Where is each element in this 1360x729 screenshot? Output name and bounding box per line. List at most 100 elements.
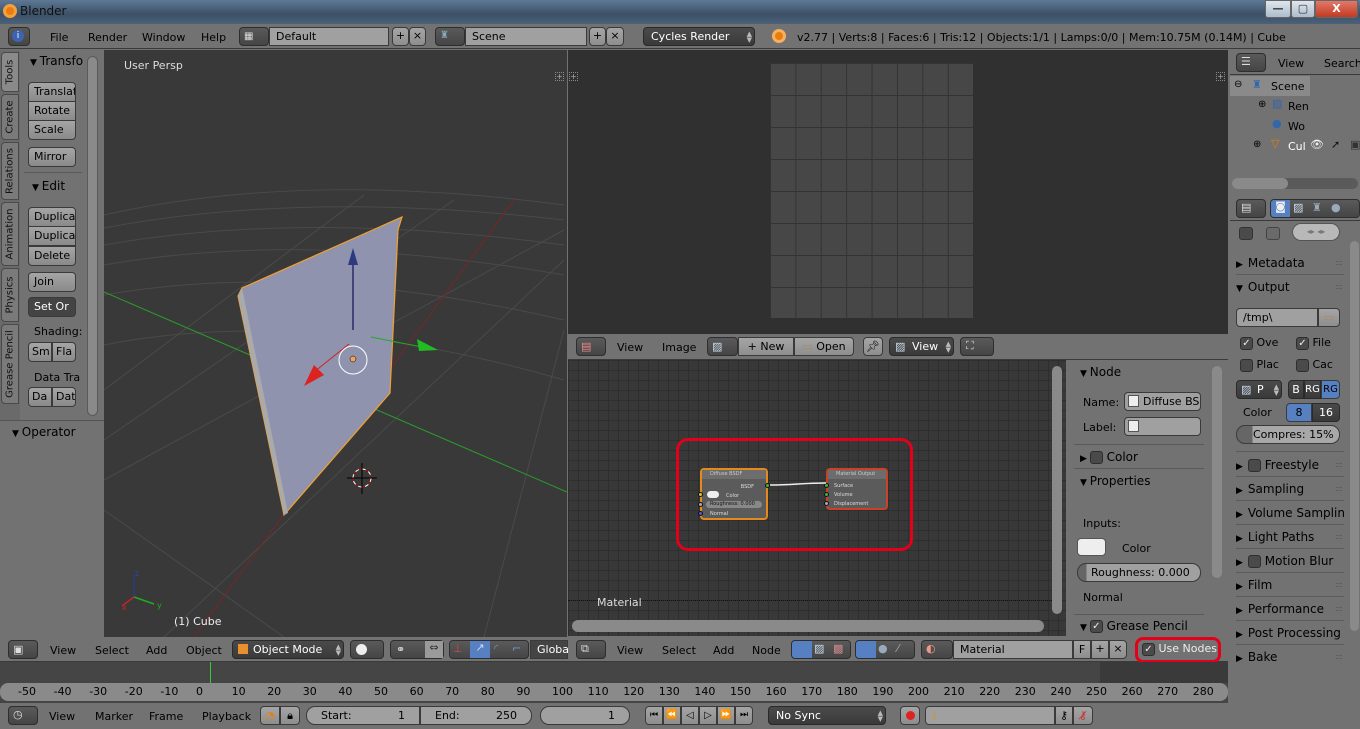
tab-physics[interactable]: Physics: [1, 268, 19, 322]
performance-panel-header[interactable]: ▶ Performance::::: [1236, 599, 1344, 621]
tab-grease-pencil[interactable]: Grease Pencil: [1, 324, 19, 404]
motion-blur-checkbox[interactable]: [1247, 555, 1261, 568]
menu-view[interactable]: View: [50, 644, 76, 657]
scale-manipulator-icon[interactable]: ⌐: [512, 642, 521, 655]
screen-layout-selector[interactable]: ▦: [239, 27, 269, 46]
editor-type-outliner-button[interactable]: ☰: [1236, 53, 1266, 72]
minimize-button[interactable]: —: [1265, 0, 1291, 18]
open-image-button[interactable]: ▭ Open: [794, 337, 854, 356]
output-panel-header[interactable]: ▼ Output::::: [1236, 277, 1344, 299]
world-context-icon[interactable]: ●: [1331, 201, 1341, 214]
duplicate-linked-button[interactable]: Duplicat: [28, 226, 76, 246]
current-frame-indicator[interactable]: [210, 662, 211, 683]
screen-layout-field[interactable]: Default: [269, 27, 389, 46]
color-mode-bw-button[interactable]: B: [1288, 380, 1304, 399]
color-depth-8-button[interactable]: 8: [1286, 403, 1312, 422]
pivot-point-dropdown[interactable]: ⚭ ⇔: [390, 640, 444, 659]
transform-panel-header[interactable]: ▼ Transfo: [30, 54, 83, 68]
image-editor[interactable]: + +: [568, 50, 1228, 334]
insert-keyframe-button[interactable]: ⚷: [1055, 706, 1073, 725]
viewport-shading-dropdown[interactable]: [350, 640, 384, 659]
add-scene-button[interactable]: +: [589, 27, 606, 46]
view-mode-dropdown[interactable]: ▨ View ▲ ▼: [889, 337, 954, 356]
metadata-panel-header[interactable]: ▶ Metadata::::: [1236, 253, 1344, 275]
audio-toggle-buttons[interactable]: ◂▸ ◂▸: [1292, 223, 1340, 241]
editor-type-3dview-button[interactable]: ▣: [8, 640, 38, 659]
cache-result-checkbox[interactable]: [1296, 358, 1309, 372]
menu-search[interactable]: Search: [1324, 57, 1360, 70]
jump-keyframe-back-button[interactable]: ⏪: [663, 706, 681, 725]
start-frame-field[interactable]: Start: 1: [306, 706, 420, 725]
output-path-field[interactable]: /tmp\: [1236, 308, 1318, 327]
render-button[interactable]: [1239, 227, 1253, 240]
join-button[interactable]: Join: [28, 272, 76, 292]
draw-channels-dropdown[interactable]: ⛶: [960, 337, 994, 356]
menu-marker[interactable]: Marker: [95, 710, 133, 723]
manipulator-toggle-icon[interactable]: ⊥: [453, 642, 463, 655]
set-origin-dropdown[interactable]: Set Or: [28, 297, 76, 317]
flat-shading-button[interactable]: Fla: [52, 342, 76, 362]
file-format-dropdown[interactable]: ▨ P ▲ ▼: [1236, 380, 1282, 399]
visibility-eye-icon[interactable]: 👁︎: [1310, 138, 1324, 151]
delete-keyframe-button[interactable]: ⚷̸: [1073, 706, 1093, 725]
selected-cube-object[interactable]: [237, 215, 403, 517]
new-image-button[interactable]: + New: [738, 337, 794, 356]
image-browse-button[interactable]: ▨: [707, 337, 738, 356]
file-extensions-toggle[interactable]: ✓ File: [1296, 336, 1331, 350]
placeholders-toggle[interactable]: Plac: [1240, 358, 1279, 372]
fake-user-button[interactable]: F: [1073, 640, 1091, 659]
outliner-scrollbar[interactable]: [1232, 178, 1288, 189]
sync-mode-dropdown[interactable]: No Sync ▲ ▼: [768, 706, 886, 725]
outliner-item-label[interactable]: Wo: [1288, 120, 1305, 133]
translate-manipulator-icon[interactable]: ↗: [470, 641, 490, 658]
material-browse-button[interactable]: ◐: [921, 640, 953, 659]
rotate-button[interactable]: Rotate: [28, 101, 76, 121]
menu-add[interactable]: Add: [146, 644, 167, 657]
animation-button[interactable]: [1266, 227, 1280, 240]
play-button[interactable]: ▷: [699, 706, 717, 725]
properties-scrollbar[interactable]: [1350, 241, 1359, 631]
render-context-icon[interactable]: ◙: [1271, 200, 1290, 217]
menu-select[interactable]: Select: [662, 644, 696, 657]
npanel-scrollbar[interactable]: [1212, 366, 1222, 578]
tab-create[interactable]: Create: [1, 94, 19, 140]
smooth-shading-button[interactable]: Sm: [28, 342, 52, 362]
node-name-field[interactable]: Diffuse BS: [1124, 392, 1201, 411]
remove-screen-button[interactable]: ×: [409, 27, 426, 46]
unlink-material-button[interactable]: ×: [1109, 640, 1127, 659]
menu-window[interactable]: Window: [142, 31, 185, 44]
motion-blur-panel-header[interactable]: ▶ Motion Blur: [1236, 551, 1344, 573]
grease-pencil-panel-header[interactable]: ▼ ✓ Grease Pencil: [1080, 619, 1188, 633]
tab-animation[interactable]: Animation: [1, 202, 19, 266]
menu-view[interactable]: View: [617, 341, 643, 354]
jump-to-end-button[interactable]: ⏭: [735, 706, 753, 725]
properties-region-toggle[interactable]: +: [1216, 72, 1225, 81]
transform-orientation-dropdown[interactable]: Global: [530, 640, 572, 659]
data-transfer-button[interactable]: Da: [28, 387, 52, 407]
menu-render[interactable]: Render: [88, 31, 127, 44]
bake-panel-header[interactable]: ▶ Bake::::: [1236, 647, 1344, 669]
menu-view[interactable]: View: [617, 644, 643, 657]
cache-result-toggle[interactable]: Cac: [1296, 358, 1333, 372]
manipulate-center-icon[interactable]: ⇔: [425, 641, 443, 658]
editor-type-timeline-button[interactable]: ◷: [8, 706, 38, 725]
play-reverse-button[interactable]: ◁: [681, 706, 699, 725]
editor-type-info-button[interactable]: i: [8, 27, 30, 46]
expand-icon[interactable]: ⊕: [1253, 139, 1261, 150]
expand-icon[interactable]: ⊕: [1258, 99, 1266, 110]
duplicate-button[interactable]: Duplicat: [28, 207, 76, 227]
renderable-camera-icon[interactable]: ▣: [1350, 138, 1360, 151]
browse-folder-button[interactable]: ▭: [1318, 308, 1340, 327]
operator-panel-header[interactable]: ▼ Operator: [12, 425, 76, 439]
linestyle-shader-icon[interactable]: ⁄: [897, 642, 899, 655]
menu-file[interactable]: File: [50, 31, 68, 44]
jump-to-start-button[interactable]: ⏮: [645, 706, 663, 725]
overwrite-checkbox[interactable]: ✓: [1240, 336, 1253, 350]
menu-node[interactable]: Node: [752, 644, 781, 657]
tool-region-toggle[interactable]: +: [569, 72, 578, 81]
end-frame-field[interactable]: End: 250: [420, 706, 532, 725]
pin-button[interactable]: 📌︎: [863, 337, 883, 356]
menu-playback[interactable]: Playback: [202, 710, 251, 723]
node-panel-header[interactable]: ▼ Node: [1080, 365, 1121, 379]
overwrite-toggle[interactable]: ✓ Ove: [1240, 336, 1278, 350]
